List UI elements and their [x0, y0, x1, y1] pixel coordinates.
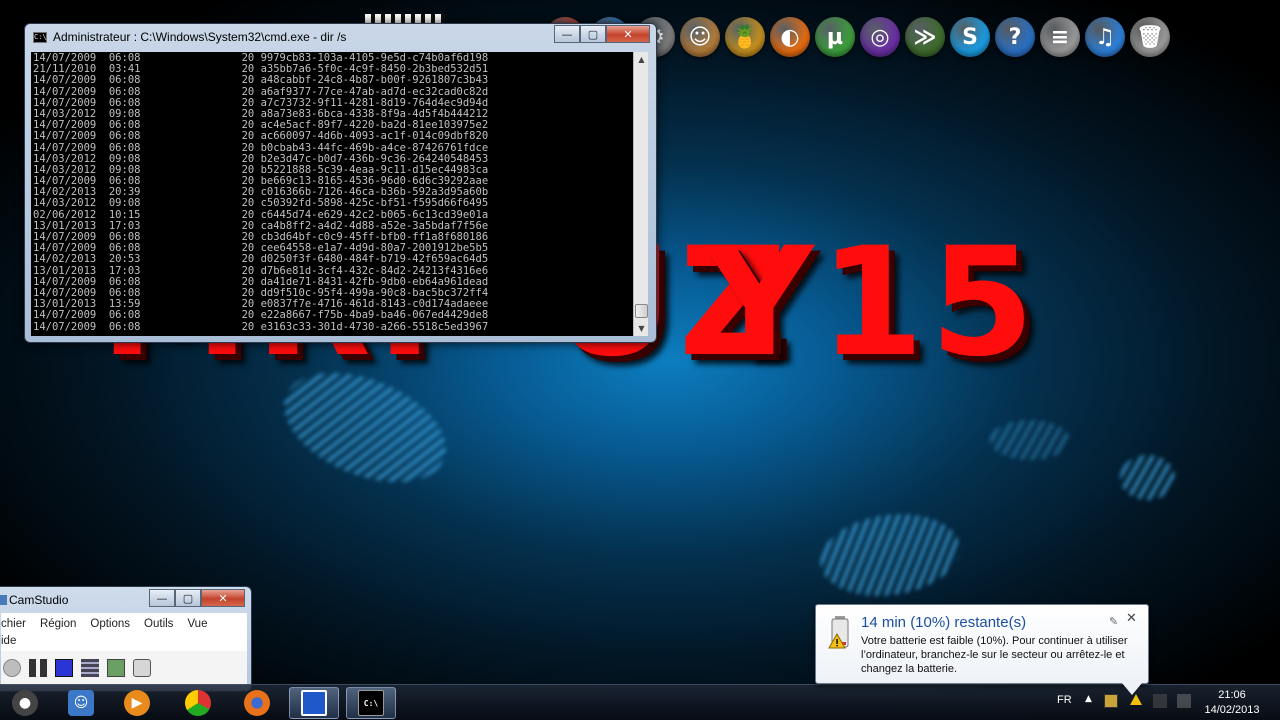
cmd-icon: C:\: [358, 690, 384, 716]
taskbar-finder[interactable]: ☺: [56, 687, 106, 719]
utorrent-icon[interactable]: µ: [815, 17, 855, 57]
camstudio-window[interactable]: CamStudio — ▢ ✕ chier Région Options Out…: [0, 586, 252, 692]
cmd-output-line: 14/02/2013 20:53 20 d0250f3f-6480-484f-b…: [33, 253, 489, 266]
firefox-icon: [244, 690, 270, 716]
cmd-output-line: 14/07/2009 06:08 20 ac660097-4d6b-4093-a…: [33, 130, 489, 143]
camstudio-icon: [301, 690, 327, 716]
network-icon[interactable]: [1104, 694, 1118, 708]
cmd-output-line: 14/07/2009 06:08 20 a48cabbf-24c8-4b87-b…: [33, 74, 489, 87]
swf-icon[interactable]: [133, 659, 151, 677]
camstudio-maximize-button[interactable]: ▢: [175, 589, 201, 607]
help-icon[interactable]: ?: [995, 17, 1035, 57]
scroll-up-arrow[interactable]: ▲: [634, 52, 649, 67]
region-icon[interactable]: [81, 659, 99, 677]
cocktail-icon[interactable]: 🍍: [725, 17, 765, 57]
clock-date: 14/02/2013: [1204, 704, 1260, 716]
finder-icon: ☺: [68, 690, 94, 716]
camstudio-close-button[interactable]: ✕: [201, 589, 245, 607]
record-icon[interactable]: [3, 659, 21, 677]
notification-title: 14 min (10%) restante(s): [861, 614, 1027, 631]
cmd-output-line: 14/07/2009 06:08 20 e3163c33-301d-4730-a…: [33, 320, 489, 333]
scroll-thumb[interactable]: [635, 304, 648, 318]
notification-close-button[interactable]: ✕: [1126, 611, 1137, 626]
stop-icon[interactable]: [55, 659, 73, 677]
wallpaper-splash: [1120, 455, 1175, 500]
taskbar-clock[interactable]: 21:06 14/02/2013: [1196, 688, 1268, 718]
itunes-icon-2[interactable]: ♫: [1085, 17, 1125, 57]
taskbar-chrome[interactable]: [173, 687, 223, 719]
language-indicator[interactable]: FR: [1057, 694, 1072, 706]
menu-fichier[interactable]: chier: [1, 618, 26, 630]
camstudio-toolbar: [1, 651, 247, 685]
menu-region[interactable]: Région: [40, 618, 76, 630]
start-apple-icon[interactable]: ●: [0, 687, 50, 719]
scroll-down-arrow[interactable]: ▼: [634, 321, 649, 336]
options-icon[interactable]: [107, 659, 125, 677]
cmd-output-line: 14/07/2009 06:08 20 b0cbab43-44fc-469b-a…: [33, 141, 489, 154]
tray-expand-icon[interactable]: ▲: [1085, 694, 1092, 704]
clock-time: 21:06: [1218, 689, 1246, 701]
menu-options[interactable]: Options: [90, 618, 130, 630]
taskbar-cmd[interactable]: C:\: [346, 687, 396, 719]
camstudio-window-controls: — ▢ ✕: [149, 589, 245, 607]
user-avatar-icon[interactable]: ☺: [680, 17, 720, 57]
pin-icon[interactable]: ✎: [1109, 615, 1118, 628]
firefox-icon[interactable]: ◐: [770, 17, 810, 57]
volume-icon[interactable]: [1177, 694, 1191, 708]
cmd-output-line: 14/07/2009 06:08 20 e22a8667-f75b-4ba9-b…: [33, 309, 489, 322]
warning-icon[interactable]: [1130, 694, 1142, 705]
menu-aide[interactable]: ide: [1, 635, 247, 651]
wallpaper-splash: [990, 420, 1070, 460]
cmd-output[interactable]: 14/07/2009 06:08 20 9979cb83-103a-4105-9…: [31, 52, 635, 336]
wallpaper-splash: [815, 505, 965, 605]
menu-outils[interactable]: Outils: [144, 618, 173, 630]
apple-icon: ●: [12, 690, 38, 716]
cmd-scrollbar[interactable]: ▲ ▼: [633, 52, 648, 336]
cmd-window[interactable]: C:\ Administrateur : C:\Windows\System32…: [24, 23, 657, 343]
terminal-icon[interactable]: ≫: [905, 17, 945, 57]
taskbar-media-player[interactable]: ▶: [112, 687, 162, 719]
stack-icon[interactable]: ≡: [1040, 17, 1080, 57]
camstudio-menubar: chier Région Options Outils Vue: [1, 613, 247, 635]
bittorrent-icon[interactable]: ◎: [860, 17, 900, 57]
cmd-window-controls: — ▢ ✕: [554, 25, 650, 43]
close-button[interactable]: ✕: [606, 25, 650, 43]
menu-vue[interactable]: Vue: [187, 618, 207, 630]
chrome-icon: [185, 690, 211, 716]
camstudio-minimize-button[interactable]: —: [149, 589, 175, 607]
cmd-window-title: Administrateur : C:\Windows\System32\cmd…: [53, 30, 347, 44]
pause-icon[interactable]: [29, 659, 47, 677]
media-player-icon: ▶: [124, 690, 150, 716]
notification-tail: [1122, 683, 1142, 695]
camstudio-title: CamStudio: [9, 593, 69, 607]
skype-icon[interactable]: S: [950, 17, 990, 57]
camstudio-app-icon: [0, 595, 7, 605]
cmd-app-icon: C:\: [33, 31, 47, 43]
maximize-button[interactable]: ▢: [580, 25, 606, 43]
minimize-button[interactable]: —: [554, 25, 580, 43]
battery-warning-icon: [828, 616, 849, 649]
battery-notification[interactable]: 14 min (10%) restante(s) ✎ ✕ Votre batte…: [815, 604, 1149, 684]
notification-message: Votre batterie est faible (10%). Pour co…: [861, 635, 1128, 675]
taskbar-camstudio[interactable]: [289, 687, 339, 719]
battery-tray-icon[interactable]: [1153, 694, 1167, 708]
taskbar-firefox[interactable]: [232, 687, 282, 719]
wallpaper-text-right: Y15: [705, 216, 1041, 390]
cmd-output-line: 14/03/2012 09:08 20 c50392fd-5898-425c-b…: [33, 197, 489, 210]
trash-icon[interactable]: 🗑: [1130, 17, 1170, 57]
